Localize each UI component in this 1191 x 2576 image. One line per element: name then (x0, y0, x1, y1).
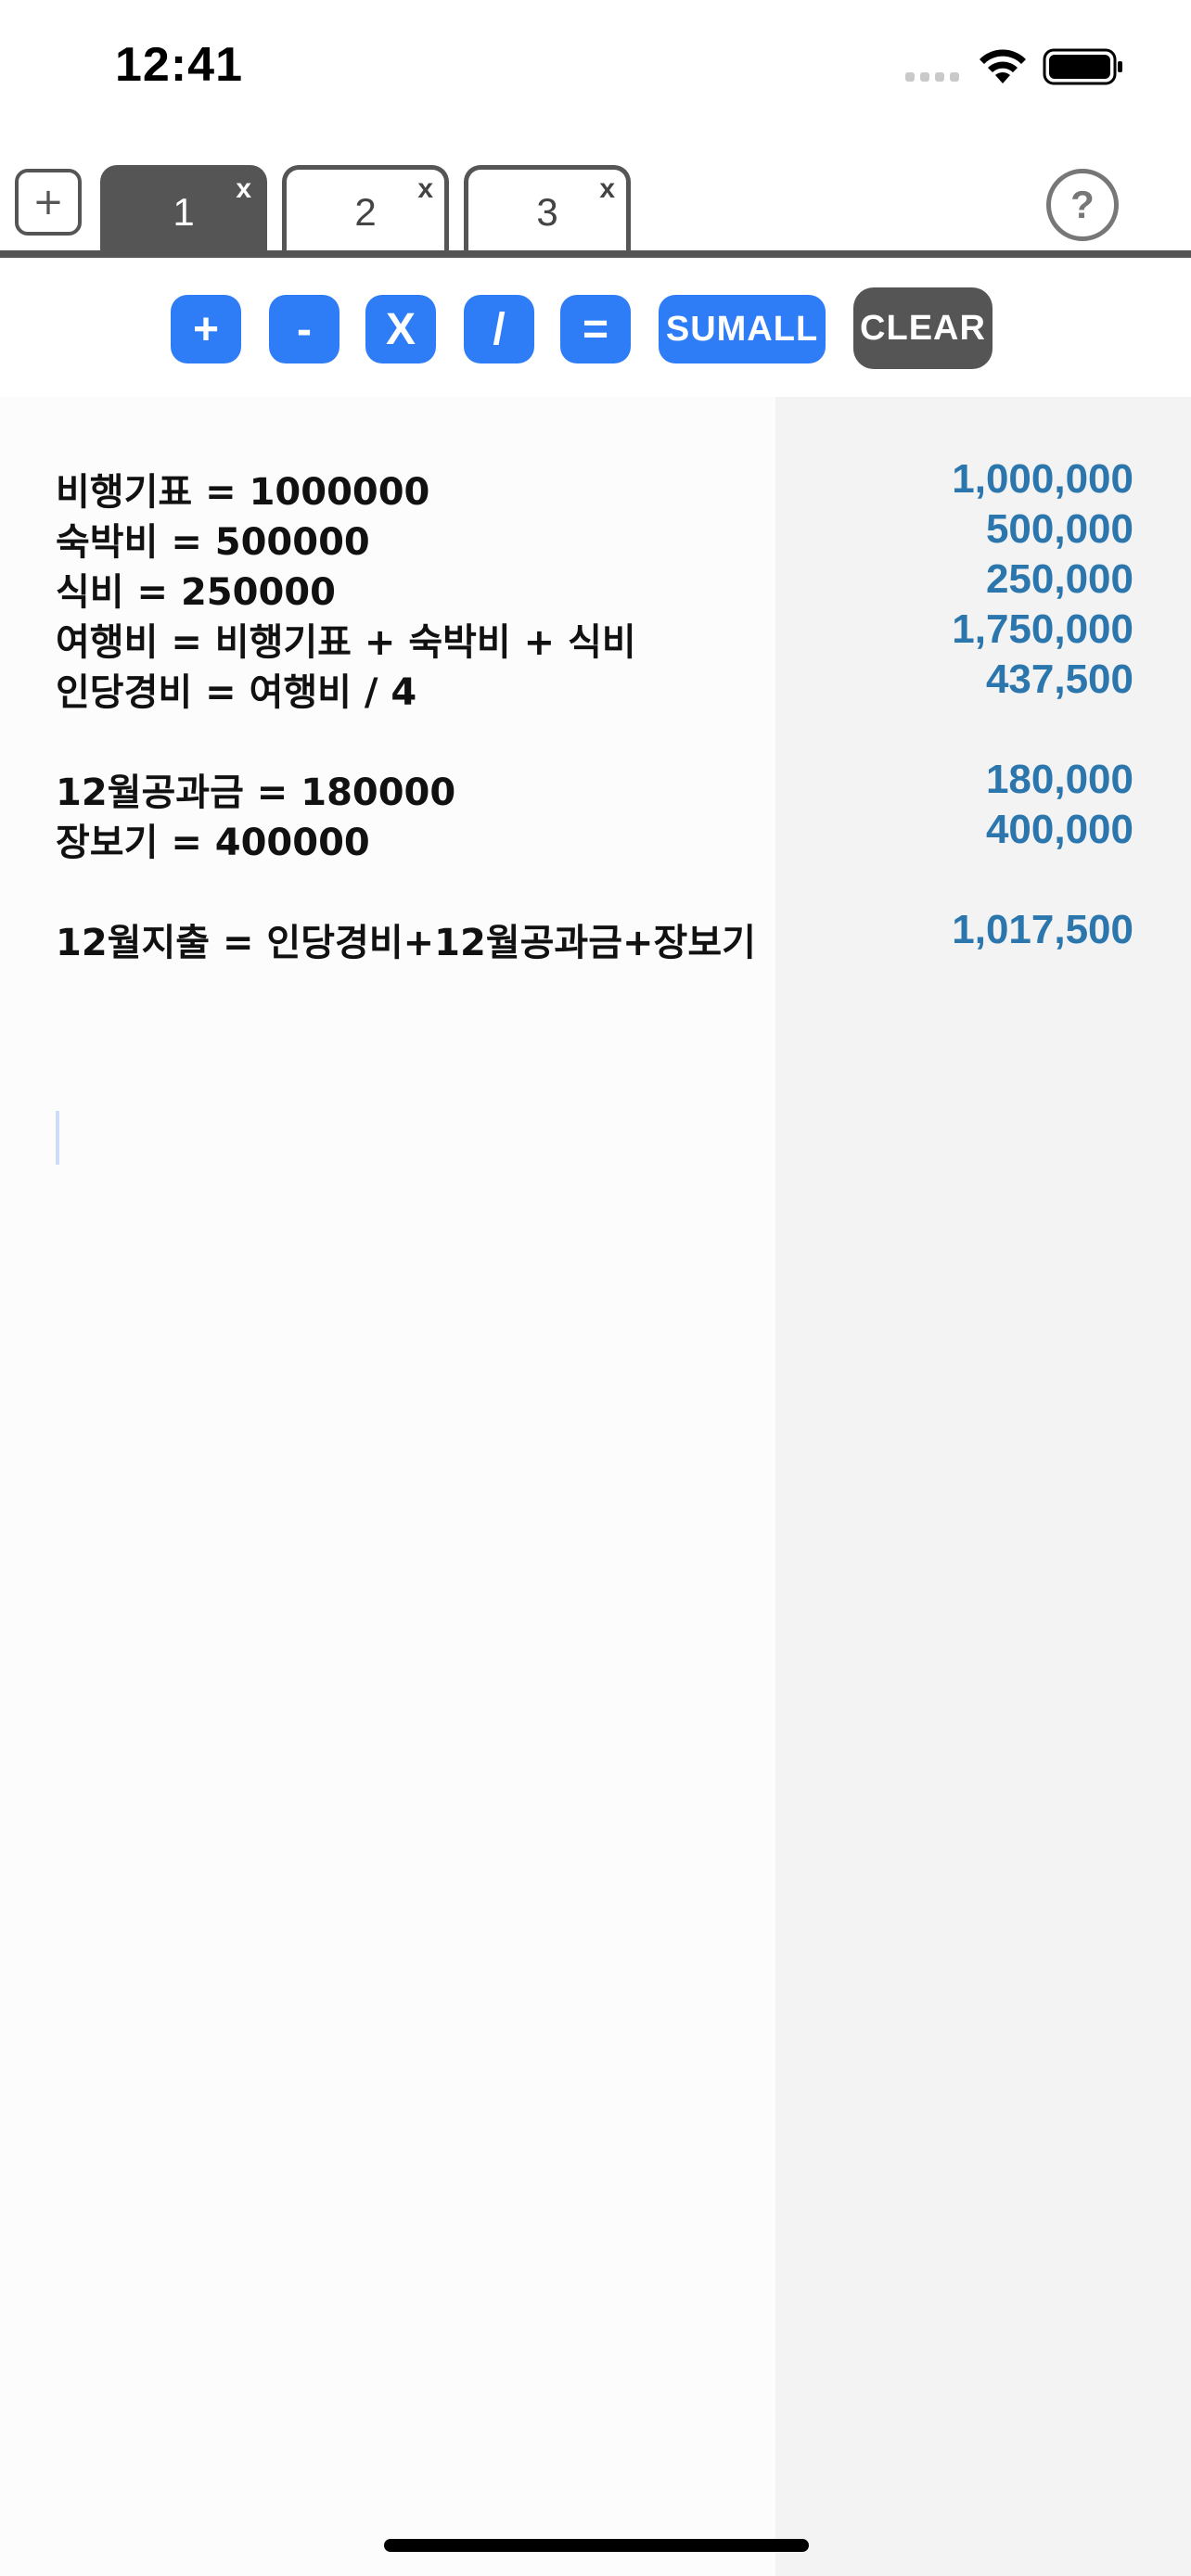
tab-3[interactable]: 3 x (464, 165, 631, 254)
expression-line[interactable]: 인당경비 = 여행비 / 4 (56, 668, 416, 718)
wifi-icon (980, 49, 1026, 83)
tab-bar-divider (0, 250, 1191, 258)
expression-line[interactable]: 비행기표 = 1000000 (56, 467, 429, 517)
minus-button[interactable]: - (269, 295, 339, 363)
results-panel (775, 397, 1191, 2576)
text-cursor (56, 1111, 59, 1165)
result-value: 1,750,000 (952, 606, 1133, 652)
expression-editor[interactable] (0, 397, 775, 2576)
equals-button[interactable]: = (560, 295, 631, 363)
tab-close-button[interactable]: x (417, 173, 433, 205)
result-value: 1,017,500 (952, 907, 1133, 952)
cellular-signal-icon (905, 72, 963, 83)
expression-line[interactable]: 12월지출 = 인당경비+12월공과금+장보기 (56, 918, 756, 968)
plus-button[interactable]: + (171, 295, 241, 363)
tab-close-button[interactable]: x (599, 173, 615, 205)
tab-close-button[interactable]: x (236, 173, 251, 205)
tab-1[interactable]: 1 x (100, 165, 267, 254)
help-button[interactable]: ? (1046, 169, 1119, 241)
multiply-button[interactable]: X (365, 295, 436, 363)
expression-line[interactable]: 장보기 = 400000 (56, 818, 370, 868)
result-value: 1,000,000 (952, 456, 1133, 502)
add-tab-button[interactable]: + (15, 169, 82, 236)
clear-button[interactable]: CLEAR (853, 287, 992, 369)
result-value: 400,000 (985, 807, 1133, 852)
result-value: 180,000 (985, 757, 1133, 802)
result-value: 250,000 (985, 556, 1133, 602)
expression-line[interactable]: 식비 = 250000 (56, 567, 336, 618)
result-value: 437,500 (985, 657, 1133, 702)
result-value: 500,000 (985, 506, 1133, 552)
tab-2[interactable]: 2 x (282, 165, 449, 254)
home-indicator[interactable] (384, 2539, 809, 2552)
status-time: 12:41 (115, 38, 243, 92)
sumall-button[interactable]: SUMALL (659, 295, 826, 363)
battery-icon (1043, 48, 1122, 85)
divide-button[interactable]: / (464, 295, 534, 363)
expression-line[interactable]: 12월공과금 = 180000 (56, 768, 455, 818)
expression-line[interactable]: 여행비 = 비행기표 + 숙박비 + 식비 (56, 618, 636, 668)
expression-line[interactable]: 숙박비 = 500000 (56, 517, 370, 567)
